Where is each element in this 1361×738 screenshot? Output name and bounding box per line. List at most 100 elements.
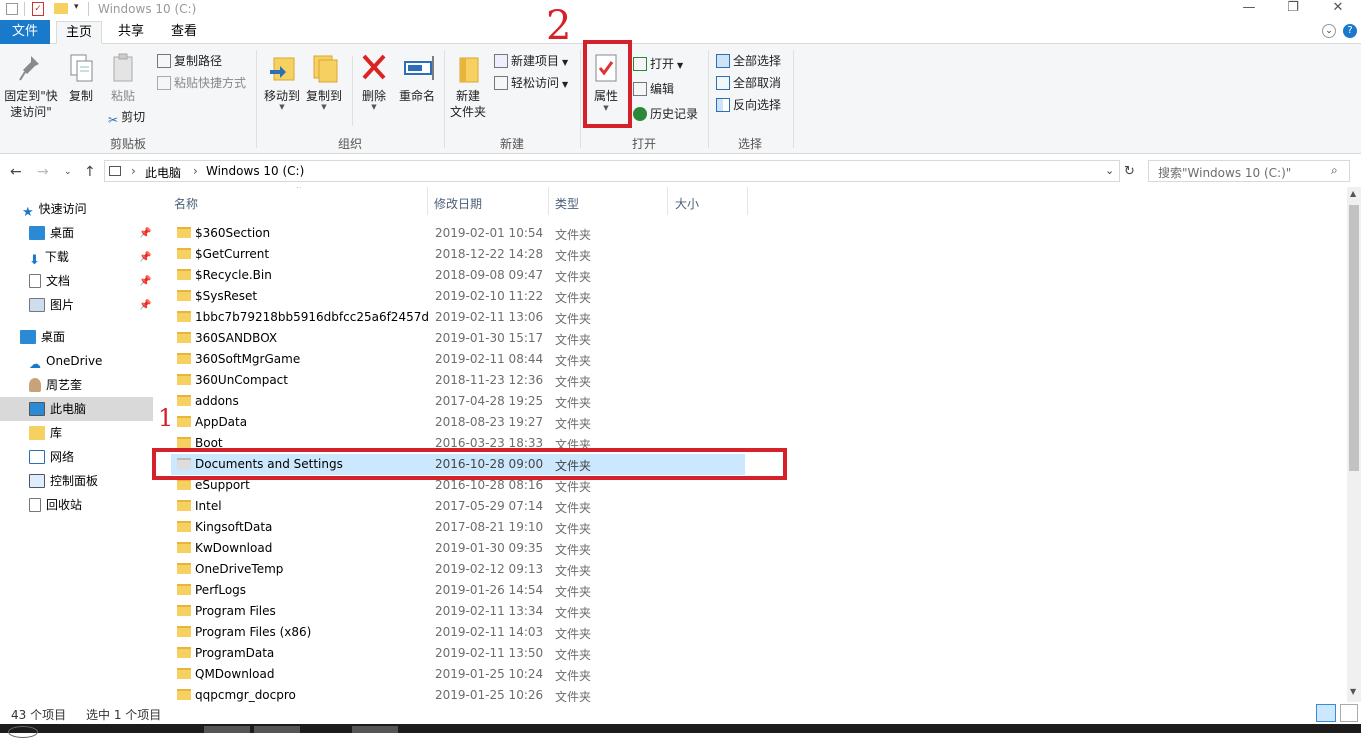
breadcrumb-this-pc[interactable]: 此电脑: [145, 164, 181, 181]
nav-documents[interactable]: 文档: [29, 270, 70, 292]
tab-view[interactable]: 查看: [161, 21, 207, 44]
table-row[interactable]: KingsoftData 2017-08-21 19:10 文件夹: [171, 517, 745, 538]
select-none-button[interactable]: 全部取消: [716, 74, 781, 92]
table-row[interactable]: AppData 2018-08-23 19:27 文件夹: [171, 412, 745, 433]
pin-icon[interactable]: 📌: [139, 276, 151, 287]
back-arrow-icon[interactable]: ←: [10, 164, 22, 180]
table-row[interactable]: 360SoftMgrGame 2019-02-11 08:44 文件夹: [171, 349, 745, 370]
table-row[interactable]: KwDownload 2019-01-30 09:35 文件夹: [171, 538, 745, 559]
details-view-icon[interactable]: [1316, 704, 1336, 722]
table-row[interactable]: 360SANDBOX 2019-01-30 15:17 文件夹: [171, 328, 745, 349]
column-header-name[interactable]: 名称: [174, 195, 198, 213]
nav-downloads[interactable]: ⬇ 下载: [29, 246, 69, 268]
table-row[interactable]: $SysReset 2019-02-10 11:22 文件夹: [171, 286, 745, 307]
column-header-size[interactable]: 大小: [675, 195, 699, 213]
pin-icon[interactable]: 📌: [139, 252, 151, 263]
table-row[interactable]: PerfLogs 2019-01-26 14:54 文件夹: [171, 580, 745, 601]
nav-network[interactable]: 网络: [29, 446, 74, 468]
table-row[interactable]: QMDownload 2019-01-25 10:24 文件夹: [171, 664, 745, 685]
search-input[interactable]: 搜索"Windows 10 (C:)" ⌕: [1148, 160, 1350, 182]
new-item-button[interactable]: 新建项目 ▼: [494, 52, 568, 70]
nav-control-panel[interactable]: 控制面板: [29, 470, 98, 492]
edit-button[interactable]: 编辑: [633, 80, 674, 98]
tab-file[interactable]: 文件: [0, 20, 50, 44]
nav-libraries[interactable]: 库: [29, 422, 62, 444]
copy-path-button[interactable]: 复制路径: [157, 52, 222, 70]
recent-dropdown-icon[interactable]: ⌄: [64, 167, 72, 177]
taskbar-app-icon[interactable]: [254, 726, 300, 733]
nav-recycle-bin[interactable]: 回收站: [29, 494, 82, 516]
table-row[interactable]: Program Files (x86) 2019-02-11 14:03 文件夹: [171, 622, 745, 643]
table-row[interactable]: qqpcmgr_docpro 2019-01-25 10:26 文件夹: [171, 685, 745, 702]
nav-this-pc[interactable]: 此电脑: [29, 398, 86, 420]
qat-dropdown-icon[interactable]: ▾: [74, 2, 79, 12]
move-to-button[interactable]: 移动到 ▼: [262, 52, 302, 111]
table-row[interactable]: $360Section 2019-02-01 10:54 文件夹: [171, 223, 745, 244]
paste-button[interactable]: 粘贴: [106, 52, 140, 104]
forward-arrow-icon[interactable]: →: [37, 164, 49, 180]
pin-icon[interactable]: 📌: [139, 228, 151, 239]
column-separator[interactable]: [747, 187, 748, 215]
maximize-button[interactable]: ❐: [1270, 0, 1316, 20]
open-button[interactable]: 打开 ▼: [633, 55, 683, 73]
start-icon[interactable]: [8, 726, 38, 738]
new-folder-qat-icon[interactable]: [54, 3, 68, 14]
scroll-down-icon[interactable]: ▼: [1350, 687, 1356, 696]
nav-quick-access[interactable]: ★ 快速访问: [22, 198, 87, 220]
nav-desktop[interactable]: 桌面: [20, 326, 65, 348]
pin-icon[interactable]: 📌: [139, 300, 151, 311]
minimize-button[interactable]: —: [1226, 0, 1272, 20]
nav-label: 控制面板: [50, 474, 99, 488]
help-icon[interactable]: ?: [1343, 24, 1357, 38]
large-icons-view-icon[interactable]: [1340, 704, 1358, 722]
invert-selection-button[interactable]: 反向选择: [716, 96, 781, 114]
scrollbar-thumb[interactable]: [1349, 205, 1359, 471]
tab-home[interactable]: 主页: [56, 21, 102, 44]
paste-shortcut-button[interactable]: 粘贴快捷方式: [157, 74, 246, 92]
up-arrow-icon[interactable]: ↑: [84, 164, 96, 180]
address-dropdown-icon[interactable]: ⌄: [1105, 164, 1114, 177]
easy-access-button[interactable]: 轻松访问 ▼: [494, 74, 568, 92]
table-row[interactable]: Intel 2017-05-29 07:14 文件夹: [171, 496, 745, 517]
scroll-up-icon[interactable]: ▲: [1350, 189, 1356, 198]
delete-button[interactable]: 删除 ▼: [358, 52, 390, 111]
column-separator[interactable]: [667, 187, 668, 215]
taskbar-app-icon[interactable]: [204, 726, 250, 733]
search-icon[interactable]: ⌕: [1331, 163, 1338, 178]
table-row[interactable]: 360UnCompact 2018-11-23 12:36 文件夹: [171, 370, 745, 391]
table-row[interactable]: ProgramData 2019-02-11 13:50 文件夹: [171, 643, 745, 664]
table-row[interactable]: addons 2017-04-28 19:25 文件夹: [171, 391, 745, 412]
vertical-scrollbar[interactable]: ▲ ▼: [1347, 187, 1361, 702]
table-row[interactable]: OneDriveTemp 2019-02-12 09:13 文件夹: [171, 559, 745, 580]
history-button[interactable]: 历史记录: [633, 105, 698, 123]
cut-button[interactable]: ✂ 剪切: [108, 108, 145, 127]
nav-onedrive[interactable]: ☁ OneDrive: [29, 350, 102, 372]
open-icon: [633, 57, 647, 71]
nav-user[interactable]: 周艺奎: [29, 374, 82, 396]
tab-share[interactable]: 共享: [108, 21, 154, 44]
nav-desktop-pinned[interactable]: 桌面: [29, 222, 74, 244]
address-field[interactable]: › 此电脑 › Windows 10 (C:) ⌄: [104, 160, 1120, 182]
copy-button[interactable]: 复制: [64, 52, 98, 104]
breadcrumb-drive[interactable]: Windows 10 (C:): [206, 164, 304, 178]
column-header-date[interactable]: 修改日期: [434, 195, 482, 213]
refresh-icon[interactable]: ↻: [1124, 164, 1135, 179]
taskbar-app-icon[interactable]: [352, 726, 398, 733]
rename-button[interactable]: 重命名: [396, 52, 438, 104]
new-folder-button[interactable]: 新建 文件夹: [448, 52, 488, 120]
column-separator[interactable]: [548, 187, 549, 215]
table-row[interactable]: $Recycle.Bin 2018-09-08 09:47 文件夹: [171, 265, 745, 286]
select-all-button[interactable]: 全部选择: [716, 52, 781, 70]
column-header-type[interactable]: 类型: [555, 195, 579, 213]
table-row[interactable]: 1bbc7b79218bb5916dbfcc25a6f2457d 2019-02-…: [171, 307, 745, 328]
nav-pictures[interactable]: 图片: [29, 294, 74, 316]
column-separator[interactable]: [427, 187, 428, 215]
expand-ribbon-icon[interactable]: ⌄: [1322, 24, 1336, 38]
table-row[interactable]: $GetCurrent 2018-12-22 14:28 文件夹: [171, 244, 745, 265]
file-date: 2019-02-10 11:22: [435, 289, 544, 303]
pin-quick-access-button[interactable]: 固定到"快速访问": [2, 52, 60, 120]
close-button[interactable]: ✕: [1315, 0, 1361, 20]
properties-qat-icon[interactable]: ✓: [32, 2, 44, 16]
table-row[interactable]: Program Files 2019-02-11 13:34 文件夹: [171, 601, 745, 622]
copy-to-button[interactable]: 复制到 ▼: [304, 52, 344, 111]
